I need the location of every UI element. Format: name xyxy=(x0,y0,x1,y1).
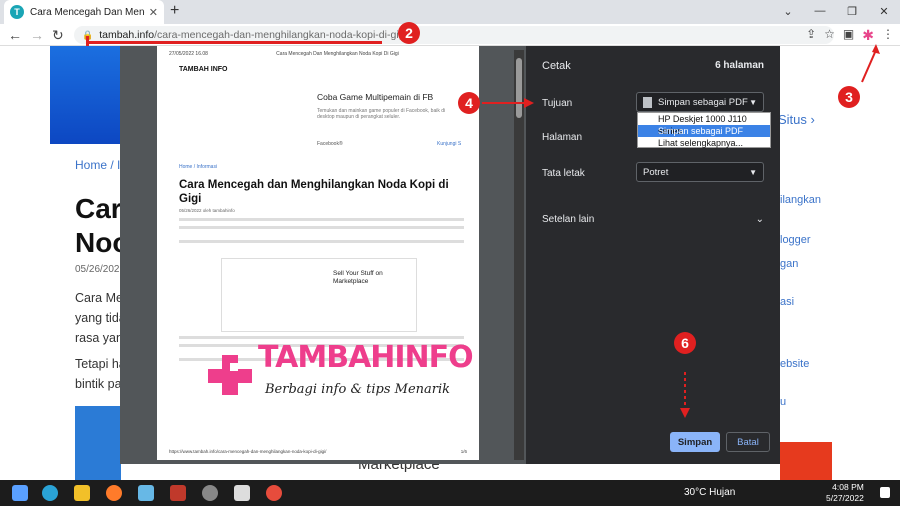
notification-icon[interactable] xyxy=(880,487,890,498)
preview-ad-title: Coba Game Multipemain di FB xyxy=(317,92,434,102)
star-icon[interactable]: ☆ xyxy=(824,27,835,44)
dropdown-option[interactable]: Lihat selengkapnya... xyxy=(638,137,770,149)
site-favicon-icon: T xyxy=(10,5,24,19)
preview-ad-facebook: Facebook® xyxy=(317,141,343,147)
sidebar-link[interactable]: u xyxy=(780,396,786,408)
new-tab-button[interactable]: + xyxy=(170,2,179,20)
marker-2: 2 xyxy=(398,22,420,44)
restore-button[interactable]: ❐ xyxy=(836,0,868,22)
article-thumbnail xyxy=(75,406,121,480)
dropdown-option[interactable]: HP Deskjet 1000 J110 series xyxy=(638,113,770,136)
print-heading: Cetak xyxy=(542,60,571,72)
preview-title: Cara Mencegah dan Menghilangkan Noda Kop… xyxy=(179,179,449,205)
tab-strip: T Cara Mencegah Dan Menghilangk ✕ + ⌄ — … xyxy=(0,0,900,24)
preview-header-title: Cara Mencegah Dan Menghilangkan Noda Kop… xyxy=(276,51,399,57)
breadcrumb[interactable]: Home / I xyxy=(75,158,120,172)
ad-banner[interactable] xyxy=(780,442,832,480)
preview-header-date: 27/05/2022 16.08 xyxy=(169,51,208,57)
app-icon[interactable] xyxy=(170,485,186,501)
app-icon[interactable] xyxy=(234,485,250,501)
arrow-icon xyxy=(482,98,534,108)
cancel-button[interactable]: Batal xyxy=(726,432,770,452)
preview-breadcrumb: Home / Informasi xyxy=(179,164,218,170)
situs-link[interactable]: Situs › xyxy=(778,112,815,127)
back-arrow-icon[interactable]: ← xyxy=(8,27,22,43)
destination-label: Tujuan xyxy=(542,98,573,109)
reload-icon[interactable]: ↻ xyxy=(52,27,64,44)
dropdown-option-selected[interactable]: Simpan sebagai PDF xyxy=(638,125,770,137)
forward-arrow-icon[interactable]: → xyxy=(30,27,44,43)
layout-label: Tata letak xyxy=(542,168,585,179)
preview-scrollbar[interactable] xyxy=(514,50,524,460)
firefox-icon[interactable] xyxy=(106,485,122,501)
preview-ad-box xyxy=(221,258,417,332)
pdf-icon xyxy=(643,96,652,108)
preview-text-line xyxy=(179,218,464,221)
header-banner xyxy=(50,46,130,144)
preview-text-line xyxy=(179,226,464,229)
sidebar-link[interactable]: asi xyxy=(780,296,794,308)
url-path: /cara-mencegah-dan-menghilangkan-noda-ko… xyxy=(154,29,410,41)
preview-meta: 05/26/2022 oleh tambahinfo xyxy=(179,208,235,213)
sidebar-link[interactable]: logger xyxy=(780,234,811,246)
minimize-button[interactable]: — xyxy=(804,0,836,22)
pages-label: Halaman xyxy=(542,132,583,143)
url-host: tambah.info xyxy=(99,29,155,41)
url-underline xyxy=(86,41,382,44)
marker-4: 4 xyxy=(458,92,480,114)
preview-footer-page: 1/6 xyxy=(460,449,467,454)
sidebar-link[interactable]: ilangkan xyxy=(780,194,821,206)
watermark-text: TAMBAHINFO xyxy=(258,340,474,375)
window-controls: ⌄ — ❐ ✕ xyxy=(772,0,900,22)
edge-icon[interactable] xyxy=(42,485,58,501)
preview-ad-visit: Kunjungi S xyxy=(437,141,462,147)
chrome-icon[interactable] xyxy=(266,485,282,501)
url-underline-tick xyxy=(86,36,89,46)
app-icon[interactable] xyxy=(202,485,218,501)
layout-select[interactable]: Potret ▼ xyxy=(636,162,764,182)
watermark-subtitle: Berbagi info & tips Menarik xyxy=(265,382,451,397)
preview-text-line xyxy=(179,240,464,243)
arrow-icon xyxy=(861,44,880,83)
preview-sell-text: Sell Your Stuff on Marketplace xyxy=(333,270,383,285)
destination-dropdown: HP Deskjet 1000 J110 series Simpan sebag… xyxy=(637,112,771,148)
windows-start-icon[interactable] xyxy=(12,485,28,501)
preview-text-line xyxy=(179,336,464,339)
destination-select[interactable]: Simpan sebagai PDF ▼ xyxy=(636,92,764,112)
sidebar-link[interactable]: gan xyxy=(780,258,798,270)
system-clock[interactable]: 4:08 PM 5/27/2022 xyxy=(826,482,864,504)
marker-3: 3 xyxy=(838,86,860,108)
more-settings[interactable]: Setelan lain ⌄ xyxy=(542,214,764,225)
sidebar-icon[interactable]: ▣ xyxy=(843,27,854,44)
print-settings-panel: Cetak 6 halaman Tujuan Simpan sebagai PD… xyxy=(526,46,780,464)
article-date: 05/26/2022 xyxy=(75,264,126,275)
chevron-down-icon: ⌄ xyxy=(755,214,764,225)
chevron-down-icon: ▼ xyxy=(749,167,757,177)
browser-tab[interactable]: T Cara Mencegah Dan Menghilangk ✕ xyxy=(4,0,164,24)
save-button[interactable]: Simpan xyxy=(670,432,720,452)
tab-title: Cara Mencegah Dan Menghilangk xyxy=(30,6,145,18)
windows-taskbar: 30°C Hujan 4:08 PM 5/27/2022 xyxy=(0,480,900,506)
share-icon[interactable]: ⇪ xyxy=(806,27,816,44)
sidebar-link[interactable]: ebsite xyxy=(780,358,809,370)
marker-6: 6 xyxy=(674,332,696,354)
page-count: 6 halaman xyxy=(715,60,764,71)
app-icon[interactable] xyxy=(138,485,154,501)
arrow-icon xyxy=(680,372,690,418)
weather-widget[interactable]: 30°C Hujan xyxy=(684,487,735,498)
chevron-down-icon: ▼ xyxy=(749,97,757,107)
chevron-down-icon[interactable]: ⌄ xyxy=(772,0,804,22)
preview-page: 27/05/2022 16.08 Cara Mencegah Dan Menghi… xyxy=(157,46,479,460)
tambahinfo-logo-icon xyxy=(208,355,252,395)
file-explorer-icon[interactable] xyxy=(74,485,90,501)
close-tab-icon[interactable]: ✕ xyxy=(149,6,158,19)
preview-footer-url: https://www.tambah.info/cara-mencegah-da… xyxy=(169,449,327,454)
preview-ad-subtitle: Temukan dan mainkan game populer di Face… xyxy=(317,108,446,120)
preview-brand: TAMBAH INFO xyxy=(179,66,228,73)
close-window-button[interactable]: ✕ xyxy=(868,0,900,22)
